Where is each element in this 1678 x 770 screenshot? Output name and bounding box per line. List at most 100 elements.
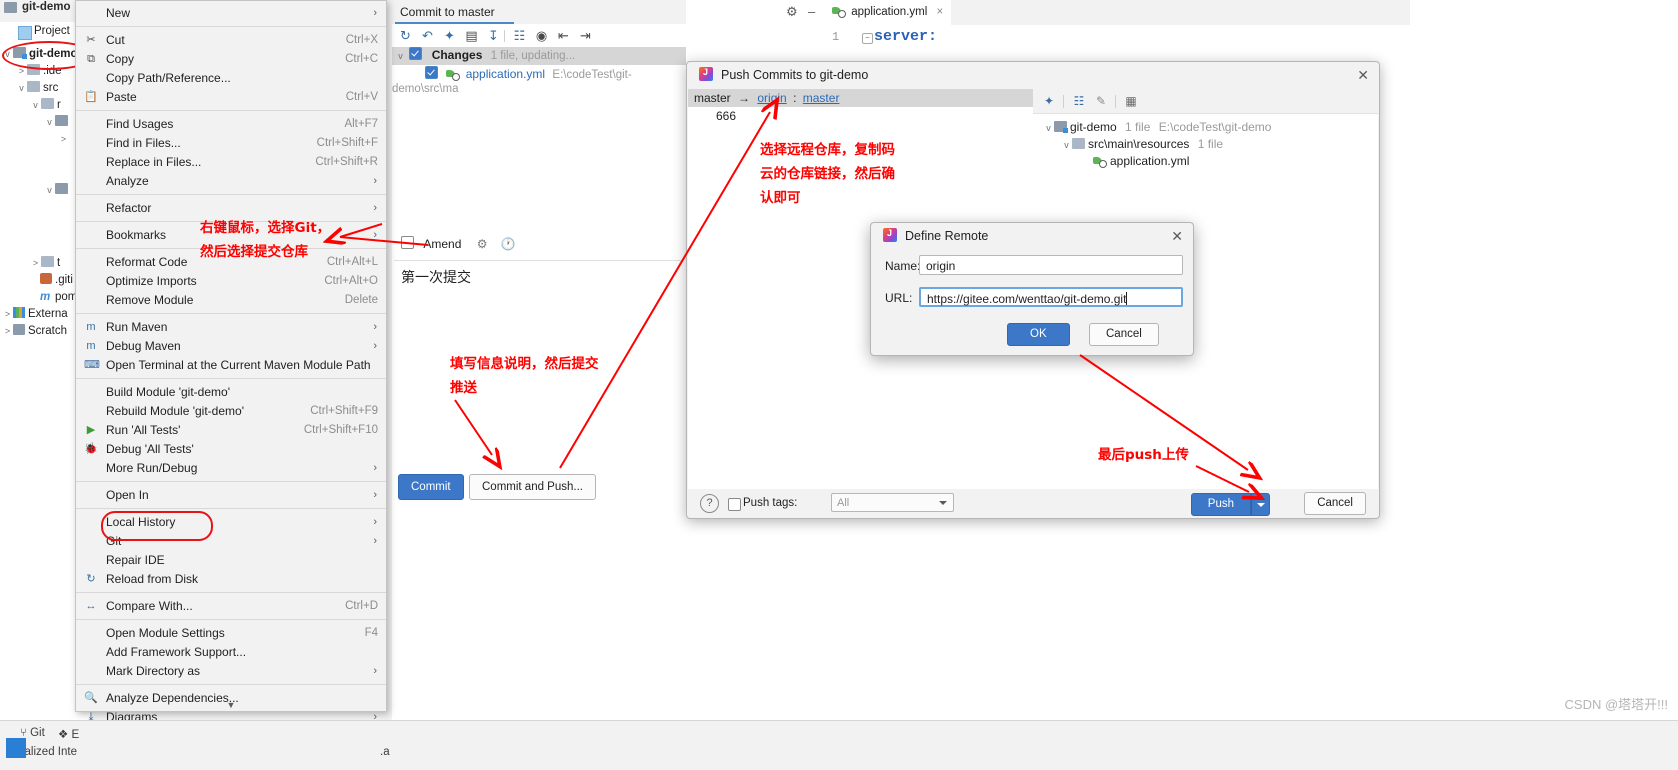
refresh-icon[interactable]: ↻ [398, 28, 413, 43]
chevron-down-icon[interactable]: v [395, 51, 406, 61]
context-menu-item-debug-maven[interactable]: m Debug Maven › [76, 337, 386, 356]
file-checkbox[interactable] [425, 66, 438, 79]
history-clock-icon[interactable]: 🕐 [501, 237, 516, 251]
tree-node-src[interactable]: v src [16, 80, 58, 97]
diff-icon[interactable]: ▤ [464, 28, 479, 43]
file-name[interactable]: application.yml [466, 67, 545, 81]
chevron-down-icon[interactable] [939, 501, 947, 505]
remote-name-input[interactable]: origin [919, 255, 1183, 275]
context-menu-item-copy[interactable]: ⧉ Copy Ctrl+C [76, 50, 386, 69]
close-icon[interactable]: ✕ [1357, 67, 1369, 84]
chevron-right-icon[interactable]: > [58, 131, 69, 148]
tree-node-main[interactable]: vr [30, 97, 61, 114]
download-icon[interactable]: ↧ [486, 28, 501, 43]
tree-node-java[interactable]: v [44, 114, 71, 131]
context-menu-item-cut[interactable]: ✂ Cut Ctrl+X [76, 31, 386, 50]
context-menu-item-paste[interactable]: 📋 Paste Ctrl+V [76, 88, 386, 107]
editor-text-area[interactable]: 1 − server: [824, 25, 1410, 65]
commit-button[interactable]: Commit [398, 474, 464, 500]
push-options-dropdown-icon[interactable] [1251, 493, 1270, 516]
context-menu-item-find-usages[interactable]: Find Usages Alt+F7 [76, 115, 386, 134]
tree-node-resources[interactable]: v [44, 182, 71, 199]
tree-node-pom[interactable]: m pom [40, 289, 77, 306]
chevron-down-icon[interactable]: v [30, 97, 41, 114]
context-menu-item-run-all-tests[interactable]: ▶ Run 'All Tests' Ctrl+Shift+F10 [76, 421, 386, 440]
define-remote-ok-button[interactable]: OK [1007, 323, 1070, 346]
push-tree-node-file[interactable]: application.yml [1093, 153, 1189, 170]
push-tags-select[interactable]: All [831, 493, 954, 512]
context-menu-scroll-down[interactable]: ▼ [76, 701, 386, 711]
commit-tab-title[interactable]: Commit to master [400, 5, 495, 19]
push-tags-checkbox[interactable] [728, 498, 741, 511]
tree-node-gitignore[interactable]: .giti [40, 272, 73, 289]
tree-node-external-libraries[interactable]: > Externa [2, 306, 68, 323]
push-cancel-button[interactable]: Cancel [1304, 492, 1366, 515]
context-menu-item-open-terminal-at-the-current-maven-module-path[interactable]: ⌨ Open Terminal at the Current Maven Modu… [76, 356, 386, 375]
edit-icon[interactable]: ✎ [1093, 94, 1109, 109]
context-menu-item-analyze[interactable]: Analyze › [76, 172, 386, 191]
push-remote-link[interactable]: origin [757, 91, 786, 105]
changes-checkbox[interactable] [409, 47, 423, 60]
chevron-down-icon[interactable]: v [1043, 120, 1054, 137]
preview-icon[interactable]: ◉ [534, 28, 549, 43]
tree-node-package[interactable]: > [58, 131, 69, 148]
chevron-right-icon[interactable]: > [2, 306, 13, 323]
define-remote-cancel-button[interactable]: Cancel [1089, 323, 1159, 346]
gear-icon[interactable]: ⚙ [477, 237, 488, 251]
push-tree-node-project[interactable]: v git-demo 1 file E:\codeTest\git-demo [1043, 119, 1271, 137]
project-tab-label[interactable]: Project [34, 25, 70, 37]
context-menu-item-debug-all-tests[interactable]: 🐞 Debug 'All Tests' [76, 440, 386, 459]
changed-file-row[interactable]: application.yml E:\codeTest\git-demo\src… [392, 66, 686, 95]
rollback-icon[interactable]: ↶ [420, 28, 435, 43]
chevron-down-icon[interactable]: v [16, 80, 27, 97]
context-menu-item-more-run-debug[interactable]: More Run/Debug › [76, 459, 386, 478]
context-menu-item-copy-path-reference[interactable]: Copy Path/Reference... [76, 69, 386, 88]
group-by-icon[interactable]: ☷ [512, 28, 527, 43]
amend-checkbox[interactable] [401, 236, 414, 249]
context-menu-item-build-module-git-demo[interactable]: Build Module 'git-demo' [76, 383, 386, 402]
close-icon[interactable]: × [936, 6, 943, 18]
context-menu-item-find-in-files[interactable]: Find in Files... Ctrl+Shift+F [76, 134, 386, 153]
push-button[interactable]: Push [1190, 493, 1251, 516]
tree-node-scratches[interactable]: > Scratch [2, 323, 67, 340]
editor-tab-application-yml[interactable]: application.yml × [824, 0, 952, 27]
commit-message-input[interactable]: 第一次提交 [394, 260, 684, 366]
push-button-group[interactable]: Push [1190, 493, 1270, 516]
taskbar-app-icon[interactable] [6, 738, 26, 758]
context-menu-item-open-module-settings[interactable]: Open Module Settings F4 [76, 624, 386, 643]
context-menu-item-run-maven[interactable]: m Run Maven › [76, 318, 386, 337]
shelve-icon[interactable]: ✦ [1041, 94, 1057, 109]
fold-icon[interactable]: − [862, 33, 873, 44]
tree-node-test[interactable]: > t [30, 255, 60, 272]
minimize-icon[interactable]: ‒ [808, 4, 815, 19]
push-tree-node-resources[interactable]: v src\main\resources 1 file [1061, 136, 1223, 154]
group-by-icon[interactable]: ☷ [1071, 94, 1087, 109]
context-menu-item-replace-in-files[interactable]: Replace in Files... Ctrl+Shift+R [76, 153, 386, 172]
commit-and-push-button[interactable]: Commit and Push... [469, 474, 596, 500]
close-icon[interactable]: ✕ [1171, 228, 1183, 245]
chevron-down-icon[interactable]: v [44, 114, 55, 131]
preview-pane-icon[interactable]: ▦ [1123, 94, 1139, 109]
gear-icon[interactable]: ⚙ [786, 4, 798, 20]
context-menu-item-add-framework-support[interactable]: Add Framework Support... [76, 643, 386, 662]
context-menu-item-optimize-imports[interactable]: Optimize Imports Ctrl+Alt+O [76, 272, 386, 291]
changes-group-row[interactable]: v Changes 1 file, updating... [392, 47, 686, 65]
context-menu-item-compare-with[interactable]: ↔ Compare With... Ctrl+D [76, 597, 386, 616]
context-menu-item-repair-ide[interactable]: Repair IDE [76, 551, 386, 570]
chevron-down-icon[interactable]: v [44, 182, 55, 199]
context-menu-item-open-in[interactable]: Open In › [76, 486, 386, 505]
context-menu-item-remove-module[interactable]: Remove Module Delete [76, 291, 386, 310]
context-menu-item-rebuild-module-git-demo[interactable]: Rebuild Module 'git-demo' Ctrl+Shift+F9 [76, 402, 386, 421]
context-menu-item-mark-directory-as[interactable]: Mark Directory as › [76, 662, 386, 681]
push-remote-branch-link[interactable]: master [803, 91, 840, 105]
shelve-icon[interactable]: ✦ [442, 28, 457, 43]
chevron-down-icon[interactable]: v [1061, 137, 1072, 154]
collapse-all-icon[interactable]: ⇥ [578, 28, 593, 43]
chevron-right-icon[interactable]: > [30, 255, 41, 272]
push-commit-message[interactable]: 666 [716, 109, 736, 123]
expand-all-icon[interactable]: ⇤ [556, 28, 571, 43]
help-icon[interactable]: ? [700, 494, 719, 513]
context-menu-item-new[interactable]: New › [76, 4, 386, 23]
context-menu-item-reload-from-disk[interactable]: ↻ Reload from Disk [76, 570, 386, 589]
remote-url-input[interactable]: https://gitee.com/wenttao/git-demo.git [919, 287, 1183, 307]
